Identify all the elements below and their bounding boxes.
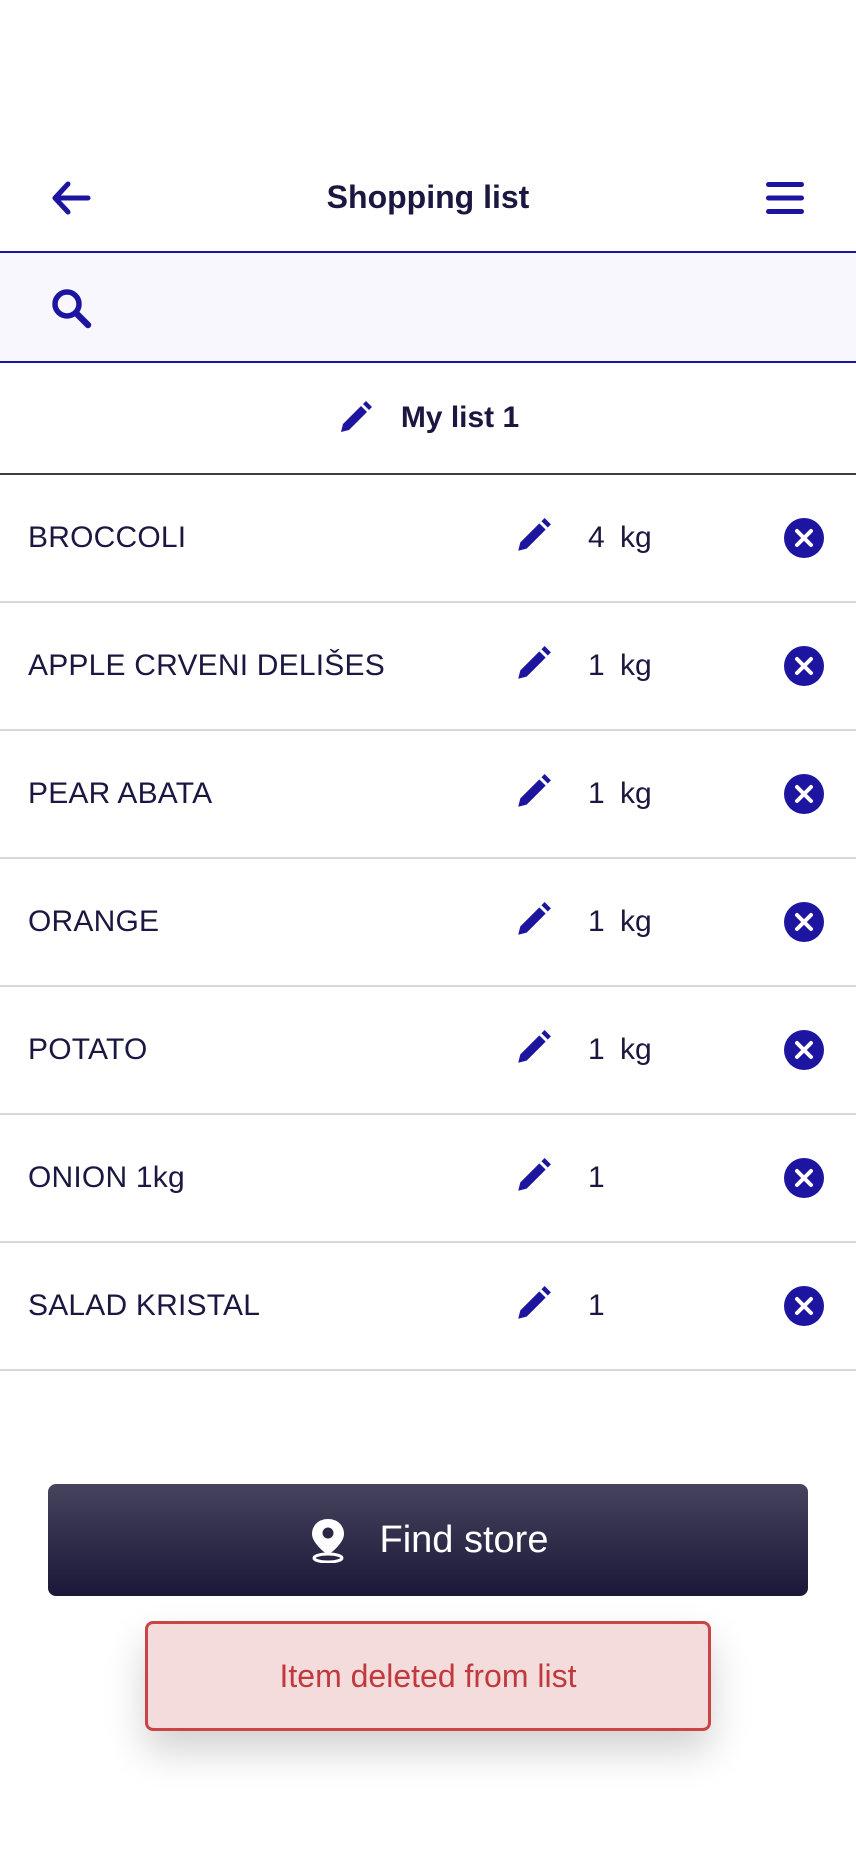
item-name: ONION 1kg (28, 1161, 185, 1194)
pencil-icon[interactable] (514, 1029, 552, 1067)
item-quantity: 1 (588, 1289, 605, 1322)
pencil-icon[interactable] (514, 901, 552, 939)
remove-item-icon[interactable] (783, 901, 825, 943)
list-item[interactable]: SALAD KRISTAL 1 (0, 1243, 856, 1371)
pencil-icon[interactable] (514, 517, 552, 555)
list-name: My list 1 (400, 401, 520, 434)
pencil-icon[interactable] (514, 1285, 552, 1323)
pencil-icon[interactable] (337, 400, 373, 436)
item-quantity: 4 (588, 521, 605, 554)
remove-item-icon[interactable] (783, 517, 825, 559)
toast-message: Item deleted from list (279, 1657, 577, 1694)
page-title: Shopping list (326, 178, 530, 215)
pencil-icon[interactable] (514, 773, 552, 811)
menu-button[interactable] (762, 175, 808, 221)
list-name-row: My list 1 (0, 363, 856, 475)
item-quantity: 1 (588, 777, 605, 810)
location-pin-icon (311, 1519, 344, 1563)
remove-item-icon[interactable] (783, 1029, 825, 1071)
item-quantity: 1 (588, 1161, 605, 1194)
item-name: APPLE CRVENI DELIŠES (28, 649, 385, 682)
item-unit: kg (620, 1033, 652, 1066)
find-store-label: Find store (379, 1518, 549, 1561)
item-name: POTATO (28, 1033, 148, 1066)
app-header: Shopping list (0, 145, 856, 253)
item-quantity: 1 (588, 905, 605, 938)
remove-item-icon[interactable] (783, 1157, 825, 1199)
item-unit: kg (620, 521, 652, 554)
item-name: ORANGE (28, 905, 160, 938)
list-item[interactable]: PEAR ABATA 1 kg (0, 731, 856, 859)
item-name: SALAD KRISTAL (28, 1289, 261, 1322)
list-item[interactable]: ORANGE 1 kg (0, 859, 856, 987)
remove-item-icon[interactable] (783, 645, 825, 687)
toast-notification: Item deleted from list (145, 1621, 711, 1731)
hamburger-menu-icon (766, 182, 804, 214)
remove-item-icon[interactable] (783, 1285, 825, 1327)
item-unit: kg (620, 777, 652, 810)
item-name: BROCCOLI (28, 521, 187, 554)
item-quantity: 1 (588, 649, 605, 682)
pencil-icon[interactable] (514, 645, 552, 683)
list-item[interactable]: POTATO 1 kg (0, 987, 856, 1115)
list-item[interactable]: BROCCOLI 4 kg (0, 475, 856, 603)
remove-item-icon[interactable] (783, 773, 825, 815)
item-unit: kg (620, 649, 652, 682)
search-icon[interactable] (50, 287, 94, 331)
find-store-button[interactable]: Find store (48, 1484, 808, 1596)
item-unit: kg (620, 905, 652, 938)
list-item[interactable]: ONION 1kg 1 (0, 1115, 856, 1243)
search-bar (0, 253, 856, 363)
item-name: PEAR ABATA (28, 777, 213, 810)
pencil-icon[interactable] (514, 1157, 552, 1195)
shopping-items-list: BROCCOLI 4 kg APPLE CRVENI DELIŠES 1 kg PEAR A… (0, 475, 856, 1371)
item-quantity: 1 (588, 1033, 605, 1066)
search-input[interactable] (120, 273, 816, 343)
list-item[interactable]: APPLE CRVENI DELIŠES 1 kg (0, 603, 856, 731)
